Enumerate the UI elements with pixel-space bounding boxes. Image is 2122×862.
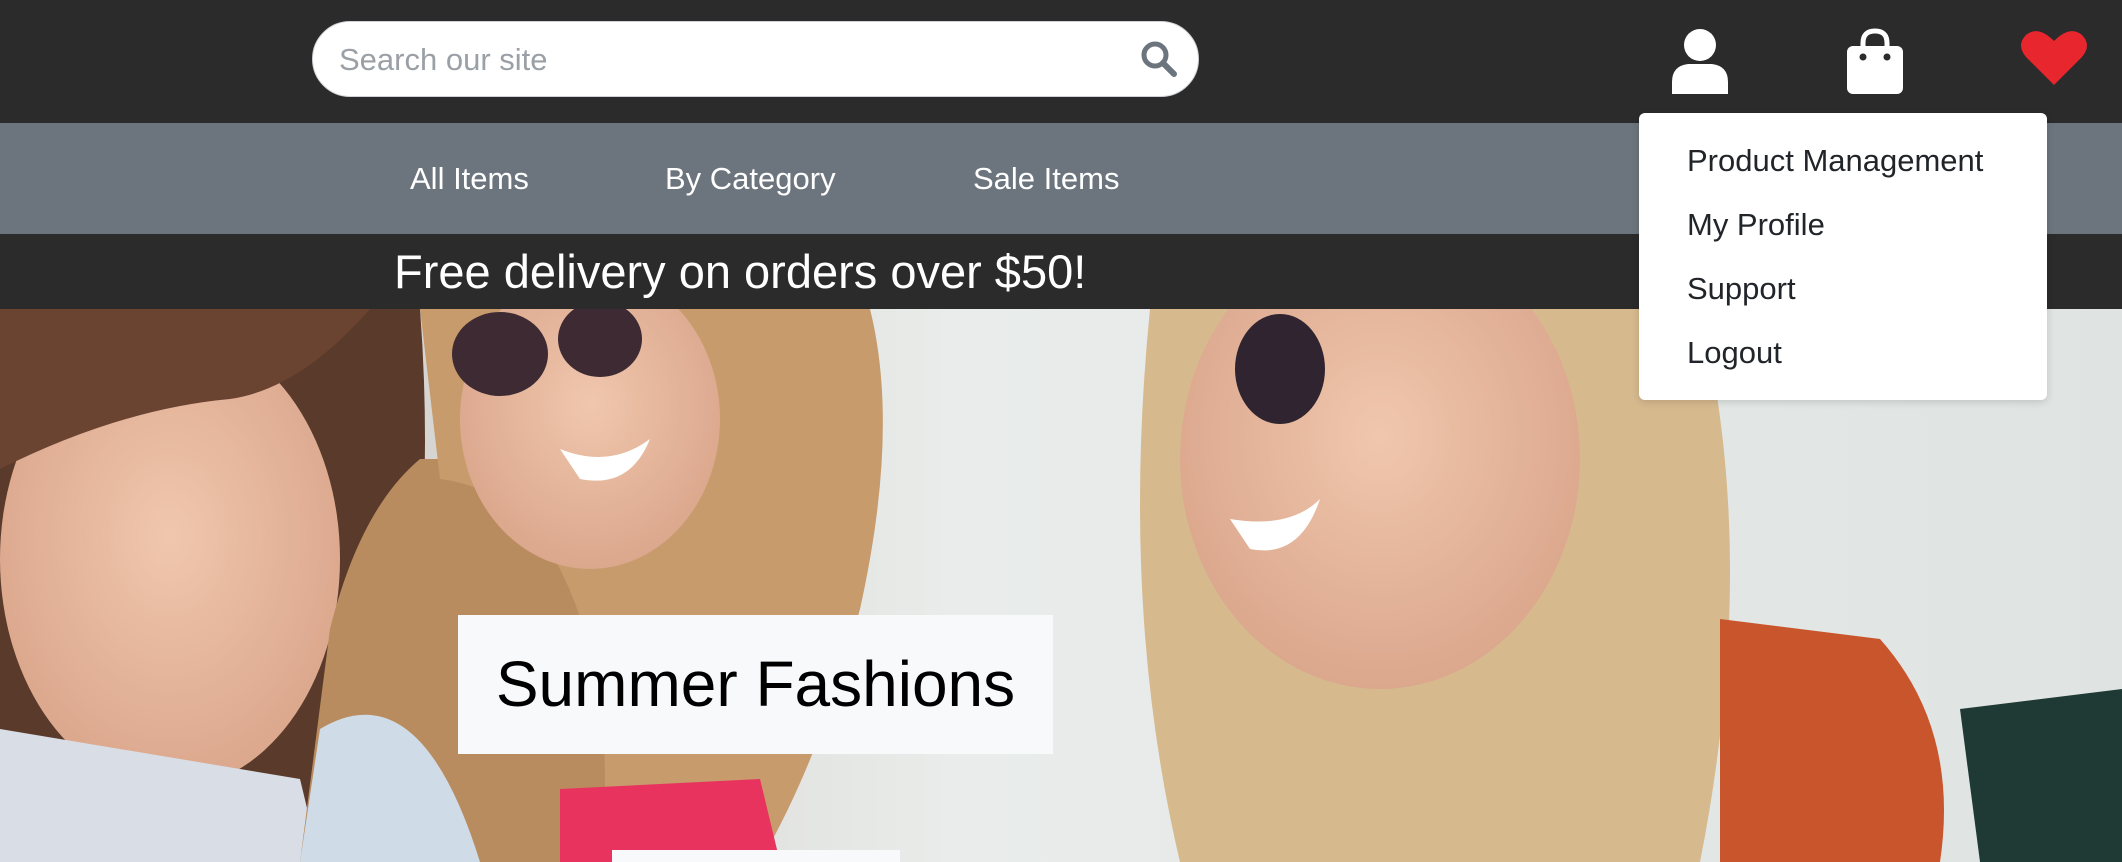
top-bar <box>0 0 2122 123</box>
menu-item-my-profile[interactable]: My Profile <box>1687 193 1825 257</box>
nav-item-all-items[interactable]: All Items <box>410 123 529 234</box>
heart-icon[interactable] <box>2020 27 2088 87</box>
hero-title: Summer Fashions <box>495 648 1016 720</box>
menu-item-support[interactable]: Support <box>1687 257 1796 321</box>
hero-title-box: Summer Fashions <box>458 615 1053 754</box>
search-bar <box>312 21 1199 98</box>
nav-item-sale-items[interactable]: Sale Items <box>973 123 1119 234</box>
promo-text: Free delivery on orders over $50! <box>394 245 1087 298</box>
account-dropdown-menu: Product Management My Profile Support Lo… <box>1639 113 2047 400</box>
nav-item-by-category[interactable]: By Category <box>665 123 836 234</box>
shopping-bag-icon[interactable] <box>1846 28 1904 94</box>
menu-item-product-management[interactable]: Product Management <box>1687 129 1983 193</box>
hero-cta-button[interactable] <box>612 850 900 862</box>
search-icon[interactable] <box>1140 40 1178 78</box>
search-input[interactable] <box>337 22 1121 98</box>
user-icon[interactable] <box>1670 28 1730 94</box>
menu-item-logout[interactable]: Logout <box>1687 321 1782 385</box>
